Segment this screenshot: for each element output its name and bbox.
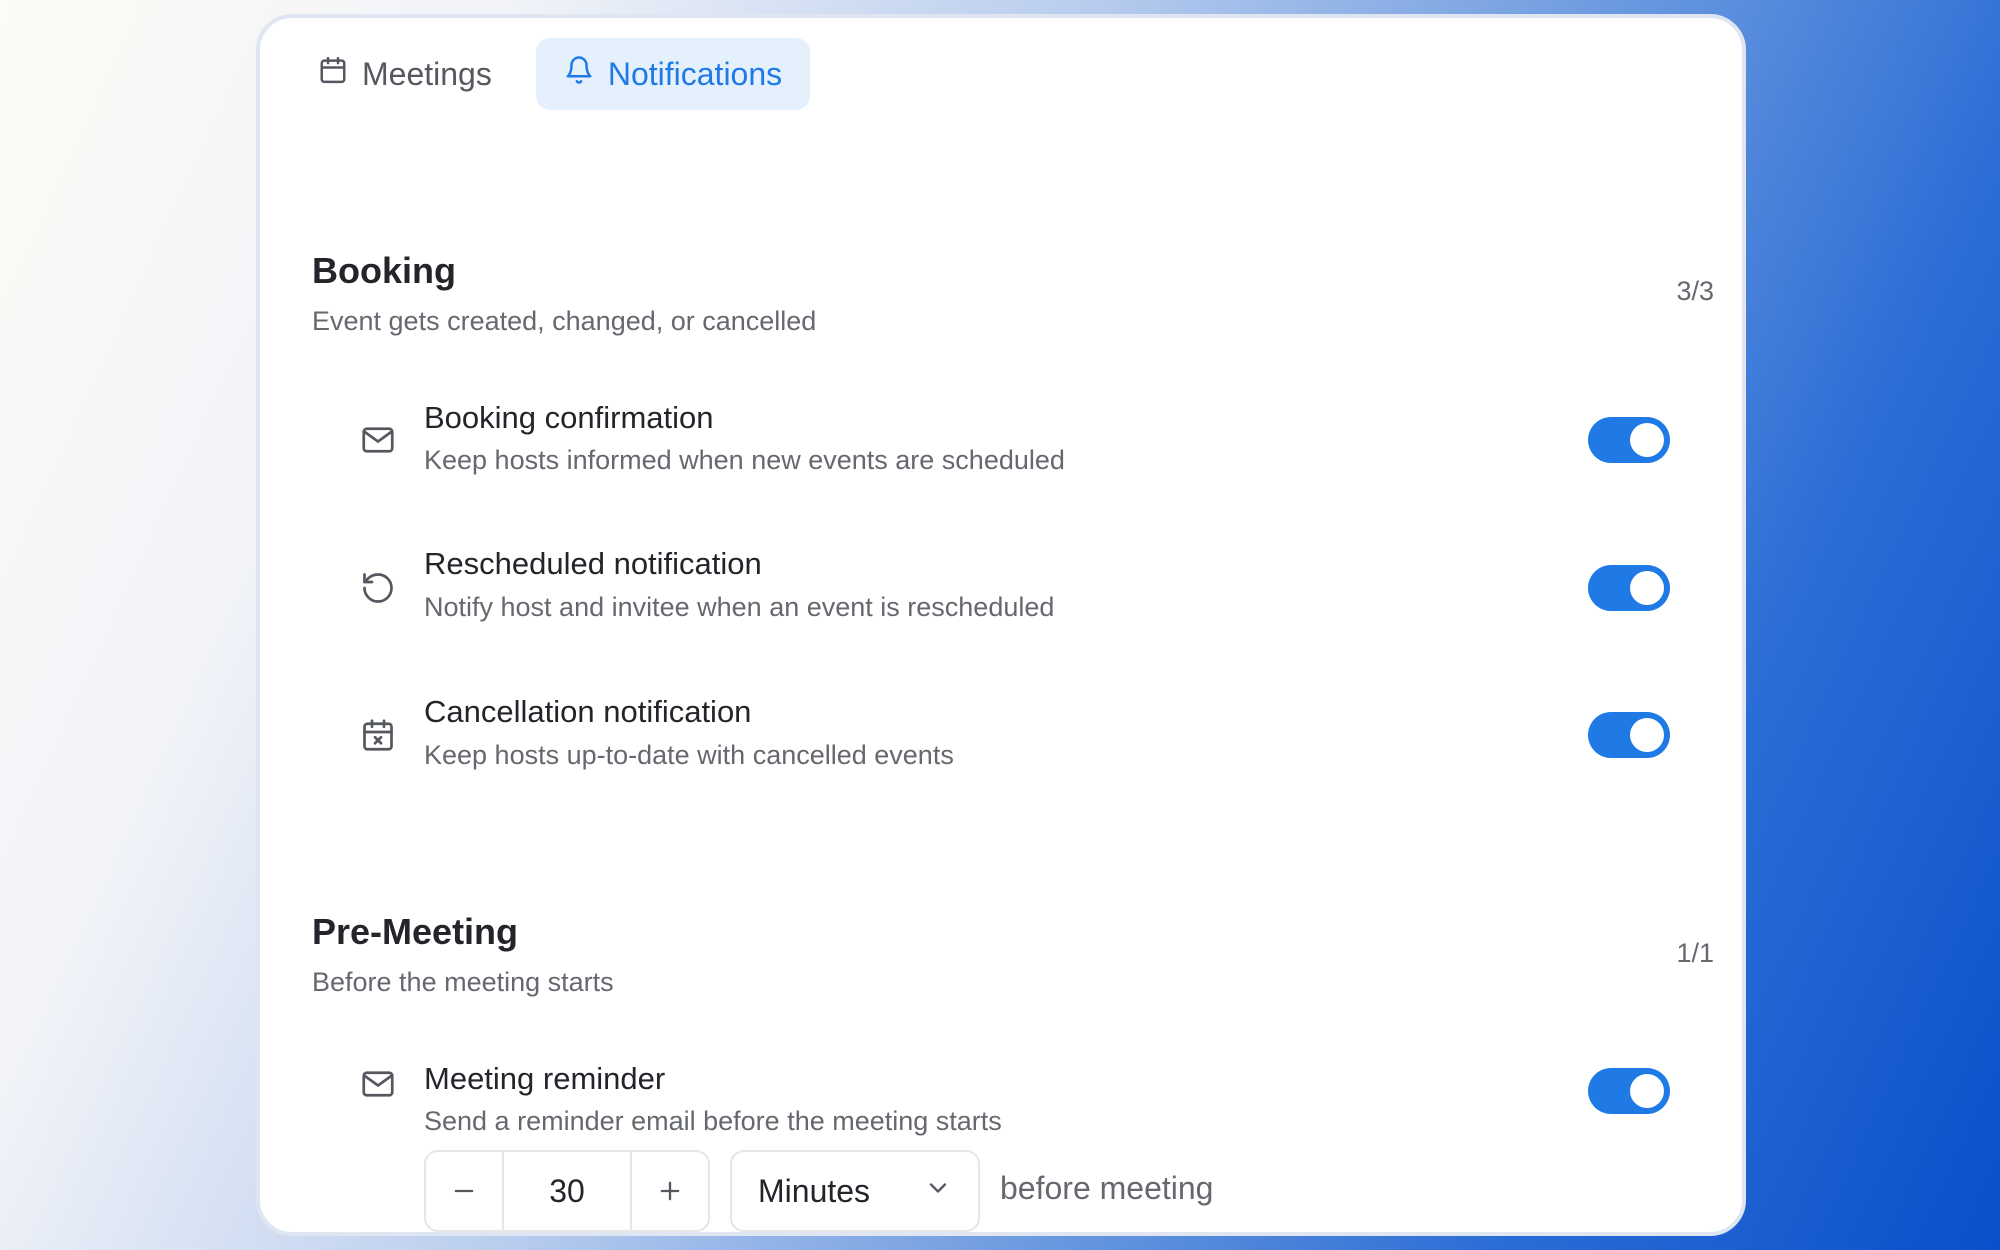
section-subtitle-booking: Event gets created, changed, or cancelle… xyxy=(312,306,817,336)
mail-icon xyxy=(360,422,396,458)
tab-meetings-label: Meetings xyxy=(362,55,492,92)
calendar-x-icon xyxy=(360,717,396,753)
reminder-suffix-label: before meeting xyxy=(1000,1170,1214,1206)
meeting-reminder-title: Meeting reminder xyxy=(424,1061,666,1096)
toggle-knob xyxy=(1630,423,1664,457)
reminder-unit-select[interactable]: Minutes xyxy=(730,1150,980,1232)
tab-meetings[interactable]: Meetings xyxy=(290,38,520,110)
reminder-quantity-stepper: 30 xyxy=(424,1150,710,1232)
section-title-booking: Booking xyxy=(312,250,456,291)
toggle-knob xyxy=(1630,571,1664,605)
mail-icon xyxy=(360,1066,396,1102)
reminder-value[interactable]: 30 xyxy=(502,1152,632,1230)
tab-bar: Meetings Notifications xyxy=(290,38,811,110)
section-title-pre-meeting: Pre-Meeting xyxy=(312,911,519,952)
rescheduled-notification-description: Notify host and invitee when an event is… xyxy=(424,592,1055,622)
minus-icon xyxy=(454,1189,474,1193)
cancellation-notification-description: Keep hosts up-to-date with cancelled eve… xyxy=(424,740,954,770)
reminder-unit-value: Minutes xyxy=(758,1172,871,1209)
toggle-knob xyxy=(1630,718,1664,752)
section-subtitle-pre-meeting: Before the meeting starts xyxy=(312,967,614,997)
cancellation-notification-toggle[interactable] xyxy=(1588,712,1670,758)
toggle-knob xyxy=(1630,1074,1664,1108)
rotate-ccw-icon xyxy=(360,570,396,606)
decrement-button[interactable] xyxy=(426,1152,502,1230)
section-count-pre-meeting: 1/1 xyxy=(1676,938,1714,968)
plus-icon xyxy=(660,1181,680,1201)
cancellation-notification-title: Cancellation notification xyxy=(424,694,752,729)
increment-button[interactable] xyxy=(632,1152,708,1230)
tab-notifications-label: Notifications xyxy=(607,55,783,92)
rescheduled-notification-toggle[interactable] xyxy=(1588,565,1670,611)
meeting-reminder-toggle[interactable] xyxy=(1588,1068,1670,1114)
tab-notifications[interactable]: Notifications xyxy=(535,38,811,110)
chevron-down-icon xyxy=(924,1173,952,1210)
section-count-booking: 3/3 xyxy=(1676,276,1714,306)
bell-icon xyxy=(564,55,594,93)
notifications-panel: Meetings Notifications Booking Event get… xyxy=(256,14,1746,1236)
booking-confirmation-title: Booking confirmation xyxy=(424,400,714,435)
booking-confirmation-description: Keep hosts informed when new events are … xyxy=(424,445,1065,475)
rescheduled-notification-title: Rescheduled notification xyxy=(424,546,762,581)
booking-confirmation-toggle[interactable] xyxy=(1588,417,1670,463)
meeting-reminder-description: Send a reminder email before the meeting… xyxy=(424,1106,1002,1136)
calendar-icon xyxy=(318,55,348,93)
